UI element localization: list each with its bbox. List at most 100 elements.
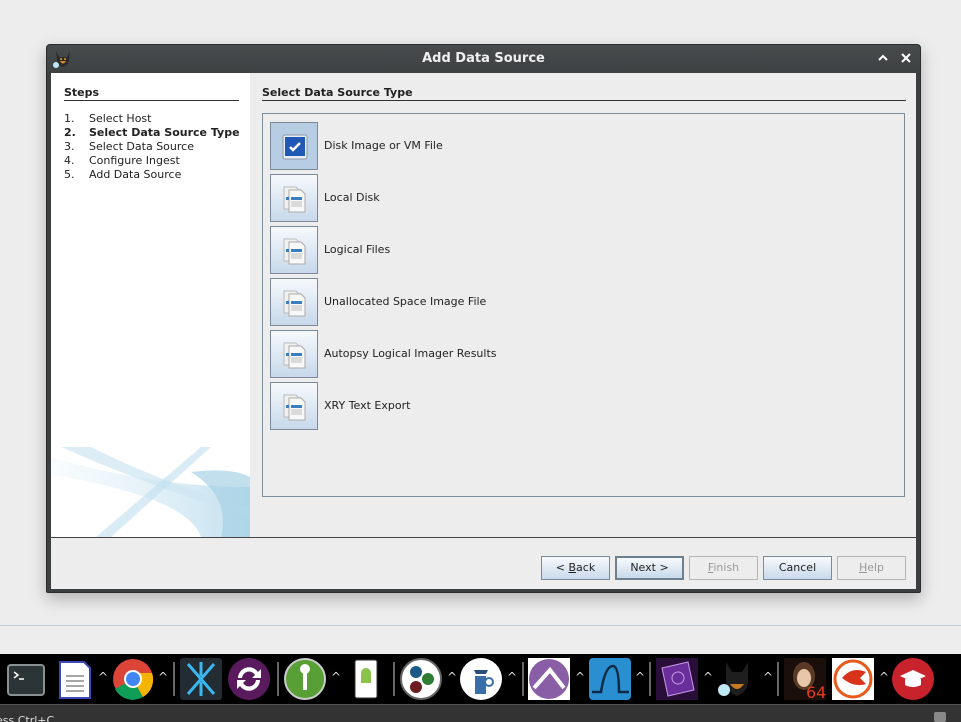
data-source-type-list: Disk Image or VM File Local Disk Logical… bbox=[262, 113, 905, 497]
documents-icon bbox=[283, 238, 306, 265]
expand-arrow[interactable]: ^ bbox=[507, 670, 517, 684]
back-prefix: < bbox=[555, 561, 569, 574]
type-label: Local Disk bbox=[324, 191, 380, 204]
status-text: ess Ctrl+C bbox=[0, 714, 55, 722]
step-number: 4. bbox=[64, 154, 75, 167]
chevron-up-icon bbox=[878, 54, 888, 61]
back-button[interactable]: < Back bbox=[541, 556, 610, 580]
android-icon[interactable] bbox=[345, 658, 387, 700]
step-label: Select Host bbox=[89, 112, 152, 125]
steps-panel: Steps 1. Select Host 2. Select Data Source… bbox=[51, 73, 250, 537]
taskbar-separator bbox=[522, 662, 524, 696]
expand-arrow[interactable]: ^ bbox=[331, 670, 341, 684]
help-rest: elp bbox=[867, 561, 885, 574]
type-toggle-button[interactable] bbox=[270, 122, 318, 170]
cancel-button[interactable]: Cancel bbox=[763, 556, 832, 580]
three-dots-icon[interactable] bbox=[400, 658, 442, 700]
back-mnemonic: B bbox=[568, 561, 577, 574]
terminal-icon[interactable] bbox=[5, 658, 47, 700]
forensic-notebook-icon[interactable] bbox=[656, 658, 698, 700]
expand-arrow[interactable]: ^ bbox=[575, 670, 585, 684]
dragon-icon[interactable] bbox=[832, 658, 874, 700]
step-label: Select Data Source bbox=[89, 140, 194, 153]
expand-arrow[interactable]: ^ bbox=[763, 670, 773, 684]
decorative-swoosh bbox=[51, 447, 250, 537]
background-divider bbox=[0, 625, 961, 626]
dialog-content: Steps 1. Select Host 2. Select Data Source… bbox=[51, 73, 916, 589]
taskbar-separator bbox=[393, 662, 395, 696]
step-number: 2. bbox=[64, 126, 76, 139]
type-label: Autopsy Logical Imager Results bbox=[324, 347, 497, 360]
graduation-cap-icon[interactable] bbox=[892, 658, 934, 700]
steps-heading: Steps bbox=[64, 86, 239, 101]
disk-image-icon bbox=[282, 134, 308, 160]
expand-arrow[interactable]: ^ bbox=[447, 670, 457, 684]
step-label: Select Data Source Type bbox=[89, 126, 240, 139]
finish-button[interactable]: Finish bbox=[689, 556, 758, 580]
step-label: Configure Ingest bbox=[89, 154, 180, 167]
portrait-64-icon[interactable]: 64 bbox=[784, 658, 826, 700]
detective-icon[interactable] bbox=[460, 658, 502, 700]
close-icon bbox=[901, 53, 911, 63]
type-label: Disk Image or VM File bbox=[324, 139, 443, 152]
next-button[interactable]: Next > bbox=[615, 556, 684, 580]
step-label: Add Data Source bbox=[89, 168, 182, 181]
close-button[interactable] bbox=[898, 50, 914, 68]
add-data-source-dialog: Add Data Source Steps 1. Select Host 2. Se… bbox=[46, 44, 921, 593]
type-label: Unallocated Space Image File bbox=[324, 295, 487, 308]
autopsy-icon[interactable] bbox=[716, 658, 758, 700]
taskbar-separator bbox=[173, 662, 175, 696]
expand-arrow[interactable]: ^ bbox=[635, 670, 645, 684]
chrome-icon[interactable] bbox=[112, 658, 154, 700]
type-disk-image[interactable]: Disk Image or VM File bbox=[270, 122, 670, 170]
type-toggle-button[interactable] bbox=[270, 382, 318, 430]
type-label: Logical Files bbox=[324, 243, 391, 256]
documents-icon bbox=[283, 342, 306, 369]
type-toggle-button[interactable] bbox=[270, 278, 318, 326]
step-number: 5. bbox=[64, 168, 75, 181]
button-bar-divider bbox=[51, 537, 916, 538]
expand-arrow[interactable]: ^ bbox=[703, 670, 713, 684]
type-label: XRY Text Export bbox=[324, 399, 411, 412]
svg-text:64: 64 bbox=[806, 683, 826, 700]
wireshark-icon[interactable] bbox=[589, 658, 631, 700]
pickaxe-icon[interactable] bbox=[528, 658, 570, 700]
documents-icon bbox=[283, 186, 306, 213]
status-bar: ess Ctrl+C bbox=[0, 704, 961, 722]
type-xry-text-export[interactable]: XRY Text Export bbox=[270, 382, 670, 430]
step-item: 1. Select Host bbox=[64, 112, 240, 126]
documents-icon bbox=[283, 394, 306, 421]
cross-icon[interactable] bbox=[180, 658, 222, 700]
help-button[interactable]: Help bbox=[837, 556, 906, 580]
expand-arrow[interactable]: ^ bbox=[158, 670, 168, 684]
expand-arrow[interactable]: ^ bbox=[98, 670, 108, 684]
expand-arrow[interactable]: ^ bbox=[879, 670, 889, 684]
type-toggle-button[interactable] bbox=[270, 330, 318, 378]
steps-list: 1. Select Host 2. Select Data Source Type … bbox=[64, 112, 240, 182]
step-number: 1. bbox=[64, 112, 75, 125]
taskbar-separator bbox=[649, 662, 651, 696]
sync-icon[interactable] bbox=[228, 658, 270, 700]
type-logical-imager[interactable]: Autopsy Logical Imager Results bbox=[270, 330, 670, 378]
documents-icon bbox=[283, 290, 306, 317]
finish-rest: inish bbox=[713, 561, 740, 574]
type-toggle-button[interactable] bbox=[270, 226, 318, 274]
taskbar-separator bbox=[777, 662, 779, 696]
dialog-title: Add Data Source bbox=[422, 51, 545, 66]
help-mnemonic: H bbox=[858, 561, 868, 574]
step-item-active: 2. Select Data Source Type bbox=[64, 126, 240, 140]
step-item: 4. Configure Ingest bbox=[64, 154, 240, 168]
step-number: 3. bbox=[64, 140, 75, 153]
type-unallocated-space[interactable]: Unallocated Space Image File bbox=[270, 278, 670, 326]
minimize-button[interactable] bbox=[875, 50, 891, 68]
tray-icon[interactable] bbox=[934, 712, 946, 722]
type-logical-files[interactable]: Logical Files bbox=[270, 226, 670, 274]
step-item: 3. Select Data Source bbox=[64, 140, 240, 154]
title-bar[interactable]: Add Data Source bbox=[47, 45, 920, 73]
type-toggle-button[interactable] bbox=[270, 174, 318, 222]
taskbar: ^ ^ ^ ^ ^ ^ ^ ^ ^ 64 ^ bbox=[0, 654, 961, 704]
type-local-disk[interactable]: Local Disk bbox=[270, 174, 670, 222]
section-title: Select Data Source Type bbox=[262, 86, 906, 101]
keepass-icon[interactable] bbox=[284, 658, 326, 700]
text-editor-icon[interactable] bbox=[54, 658, 96, 700]
